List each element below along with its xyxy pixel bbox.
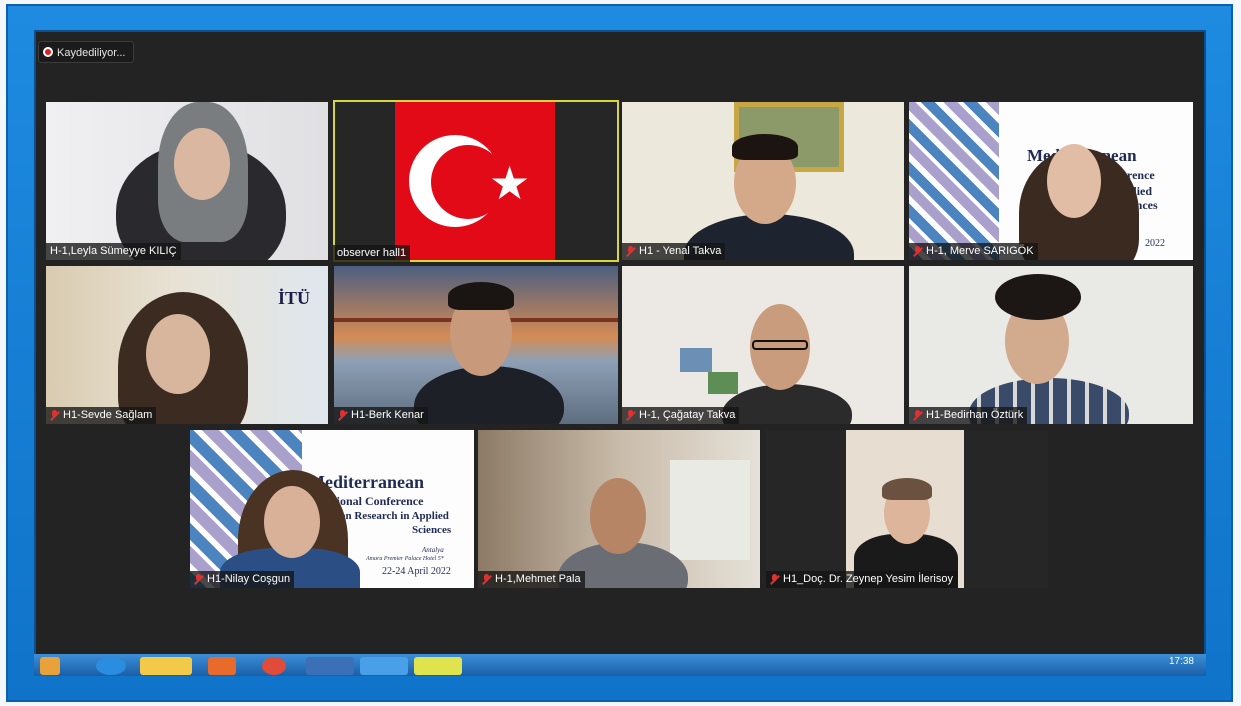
participant-hair <box>995 274 1081 320</box>
video-tile[interactable]: H-1, Çağatay Takva <box>622 266 904 424</box>
participant-name: H1-Nilay Coşgun <box>207 573 291 585</box>
wall-photo <box>680 348 712 372</box>
participant-figure <box>722 384 852 424</box>
chrome-icon[interactable] <box>262 657 286 675</box>
participant-nameplate: H-1,Mehmet Pala <box>478 571 585 588</box>
participant-name: H1_Doç. Dr. Zeynep Yesim İlerisoy <box>783 573 953 585</box>
participant-nameplate: H1-Bedirhan Öztürk <box>909 407 1028 424</box>
poster-subtitle: on Research in Applied <box>340 510 449 522</box>
star-icon: ★ <box>489 157 531 209</box>
participant-nameplate: H-1, Merve SARIGÖK <box>909 243 1038 260</box>
participant-face <box>264 486 320 558</box>
participant-name: H-1, Merve SARIGÖK <box>926 245 1034 257</box>
poster-pattern <box>909 102 999 260</box>
participant-hair <box>448 282 514 310</box>
participant-nameplate: H-1, Çağatay Takva <box>622 407 740 424</box>
participant-name: H1-Berk Kenar <box>351 409 424 421</box>
poster-place: Antalya <box>422 546 444 554</box>
participant-nameplate: H1-Sevde Sağlam <box>46 407 157 424</box>
poster-date: 2022 <box>1145 238 1165 249</box>
participant-nameplate: observer hall1 <box>333 245 411 262</box>
recording-label: Kaydediliyor... <box>57 47 126 59</box>
participant-name: H-1,Leyla Sümeyye KILIÇ <box>50 245 177 257</box>
participant-name: H1-Sevde Sağlam <box>63 409 153 421</box>
ie-icon[interactable] <box>96 657 126 675</box>
participant-name: H-1, Çağatay Takva <box>639 409 736 421</box>
muted-mic-icon <box>913 246 922 257</box>
poster-subtitle: Sciences <box>412 524 452 536</box>
poster-date: 22-24 April 2022 <box>382 566 451 577</box>
glasses-icon <box>752 340 808 350</box>
participant-nameplate: H1_Doç. Dr. Zeynep Yesim İlerisoy <box>766 571 957 588</box>
video-tile[interactable]: H1-Bedirhan Öztürk <box>909 266 1193 424</box>
participant-nameplate: H1-Berk Kenar <box>334 407 428 424</box>
muted-mic-icon <box>482 574 491 585</box>
window <box>670 460 750 560</box>
participant-nameplate: H-1,Leyla Sümeyye KILIÇ <box>46 243 181 260</box>
video-tile[interactable]: Mediterranean national Conference on Res… <box>190 430 474 588</box>
wall-photo <box>708 372 738 394</box>
video-tile[interactable]: İTÜ H1-Sevde Sağlam <box>46 266 328 424</box>
muted-mic-icon <box>50 410 59 421</box>
poster-venue: Amara Premier Palace Hotel 5* <box>366 556 444 562</box>
muted-mic-icon <box>194 574 203 585</box>
meeting-screen: Kaydediliyor... H-1,Leyla Sümeyye KILIÇ … <box>34 30 1206 674</box>
muted-mic-icon <box>338 410 347 421</box>
participant-nameplate: H1 - Yenal Takva <box>622 243 726 260</box>
video-tile[interactable]: H1-Berk Kenar <box>334 266 618 424</box>
video-tile[interactable]: H1 - Yenal Takva <box>622 102 904 260</box>
video-tile-active[interactable]: ★ observer hall1 <box>333 100 619 262</box>
media-icon[interactable] <box>208 657 236 675</box>
itu-logo: İTÜ <box>277 288 310 308</box>
app-icon[interactable] <box>414 657 462 675</box>
participant-name: observer hall1 <box>337 247 407 259</box>
recording-indicator[interactable]: Kaydediliyor... <box>38 41 134 63</box>
video-tile[interactable]: H-1,Leyla Sümeyye KILIÇ <box>46 102 328 260</box>
participant-nameplate: H1-Nilay Coşgun <box>190 571 295 588</box>
muted-mic-icon <box>913 410 922 421</box>
muted-mic-icon <box>770 574 779 585</box>
zoom-icon[interactable] <box>360 657 408 675</box>
participant-name: H1-Bedirhan Öztürk <box>926 409 1024 421</box>
participant-face <box>174 128 230 200</box>
participant-hair <box>882 478 932 500</box>
taskbar: 17:38 <box>34 654 1206 676</box>
word-icon[interactable] <box>306 657 354 675</box>
participant-hair <box>732 134 798 160</box>
participant-face <box>146 314 210 394</box>
folder-icon[interactable] <box>140 657 192 675</box>
video-tile[interactable]: Mediterranean onference in Applied Scien… <box>909 102 1193 260</box>
record-icon <box>43 47 53 57</box>
muted-mic-icon <box>626 410 635 421</box>
video-tile[interactable]: H1_Doç. Dr. Zeynep Yesim İlerisoy <box>766 430 1048 588</box>
muted-mic-icon <box>626 246 635 257</box>
participant-face <box>1047 144 1101 218</box>
video-tile[interactable]: H-1,Mehmet Pala <box>478 430 760 588</box>
participant-name: H-1,Mehmet Pala <box>495 573 581 585</box>
start-button[interactable] <box>40 657 60 675</box>
taskbar-clock: 17:38 <box>1168 656 1194 667</box>
participant-face <box>590 478 646 554</box>
participant-name: H1 - Yenal Takva <box>639 245 722 257</box>
